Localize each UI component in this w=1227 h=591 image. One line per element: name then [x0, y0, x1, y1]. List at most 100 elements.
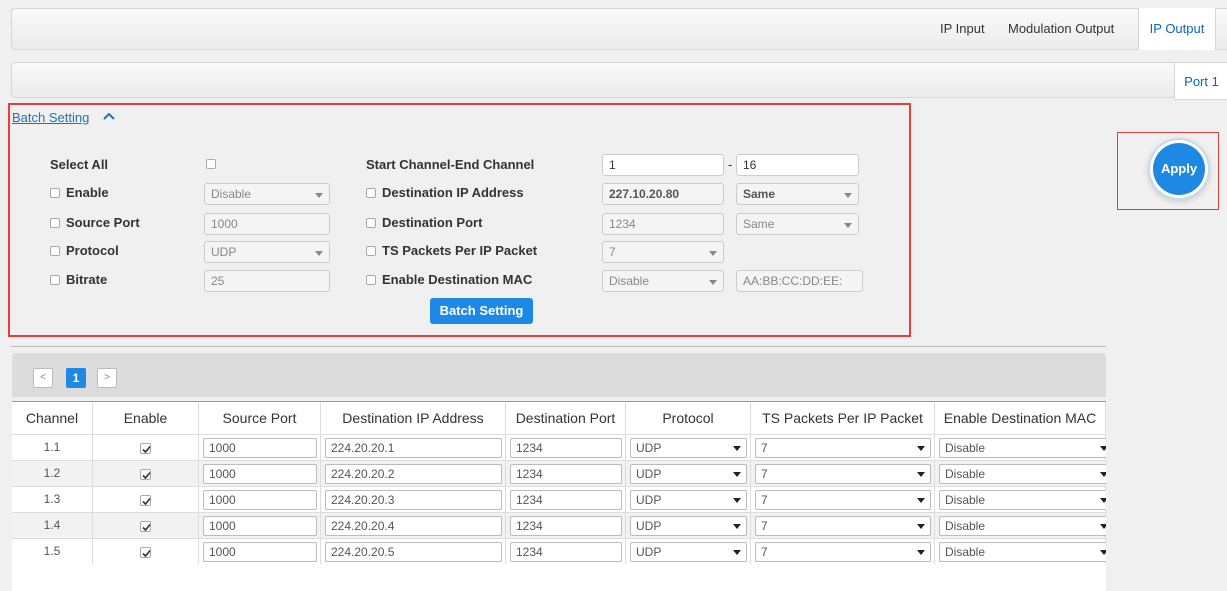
dest-port-input[interactable]: 1234: [510, 438, 622, 458]
enable-checkbox[interactable]: [140, 495, 151, 506]
batch-setting-toggle[interactable]: Batch Setting: [12, 110, 89, 125]
dest-ip-input-value: 224.20.20.3: [331, 493, 395, 507]
protocol-select[interactable]: UDP: [630, 464, 747, 484]
enable-select[interactable]: Disable: [204, 183, 330, 205]
source-port-input[interactable]: 1000: [203, 438, 317, 458]
table-cell: 1234: [506, 513, 626, 538]
dest-ip-mode-select[interactable]: Same: [736, 183, 859, 205]
table-row: 1.2 1000 224.20.20.2 1234 UDP 7 Disable: [12, 460, 1106, 486]
table-row: 1.5 1000 224.20.20.5 1234 UDP 7 Disable: [12, 538, 1106, 564]
ts-packets-checkbox[interactable]: [366, 246, 376, 256]
protocol-select[interactable]: UDP: [630, 490, 747, 510]
dest-port-input[interactable]: 1234: [510, 542, 622, 562]
chevron-down-icon: [733, 498, 741, 503]
chevron-down-icon: [917, 524, 925, 529]
dest-ip-input[interactable]: 224.20.20.1: [325, 438, 502, 458]
dest-port-input-value: 1234: [516, 493, 543, 507]
pager-page-1[interactable]: 1: [66, 368, 86, 388]
tab-ip-input[interactable]: IP Input: [934, 9, 991, 49]
ts-packets-select[interactable]: 7: [602, 241, 724, 263]
check-icon: [142, 523, 151, 532]
tab-ip-output[interactable]: IP Output: [1138, 8, 1216, 50]
table-cell: 7: [751, 461, 935, 486]
check-icon: [142, 471, 151, 480]
dest-port-input[interactable]: 1234: [510, 516, 622, 536]
dest-ip-input[interactable]: 224.20.20.5: [325, 542, 502, 562]
protocol-select[interactable]: UDP: [630, 542, 747, 562]
dest-mac-address-input[interactable]: AA:BB:CC:DD:EE:: [736, 270, 863, 292]
ts-packets-select[interactable]: 7: [755, 490, 931, 510]
select-all-checkbox[interactable]: [206, 159, 216, 169]
ts-packets-select[interactable]: 7: [755, 516, 931, 536]
channel-range-label: Start Channel-End Channel: [366, 157, 535, 172]
dest-mac-select[interactable]: Disable: [939, 516, 1106, 536]
dest-mac-select[interactable]: Disable: [602, 270, 724, 292]
enable-checkbox[interactable]: [140, 469, 151, 480]
batch-setting-button[interactable]: Batch Setting: [430, 298, 533, 324]
source-port-input[interactable]: 1000: [203, 490, 317, 510]
column-header: TS Packets Per IP Packet: [751, 402, 935, 434]
bitrate-checkbox[interactable]: [50, 275, 60, 285]
table-cell: [93, 487, 199, 512]
section-divider: [11, 346, 1106, 347]
end-channel-input[interactable]: 16: [736, 154, 859, 176]
dest-port-input[interactable]: 1234: [602, 213, 724, 235]
enable-checkbox[interactable]: [50, 188, 60, 198]
dest-mac-select[interactable]: Disable: [939, 438, 1106, 458]
table-cell: 224.20.20.5: [321, 539, 506, 564]
dest-mac-select[interactable]: Disable: [939, 464, 1106, 484]
channel-range-separator: -: [728, 157, 733, 172]
protocol-checkbox[interactable]: [50, 246, 60, 256]
table-cell: 1000: [199, 539, 321, 564]
pager-next-button[interactable]: >: [97, 368, 117, 388]
tab-port-1[interactable]: Port 1: [1174, 62, 1227, 100]
source-port-input[interactable]: 1000: [204, 213, 330, 235]
table-cell: 1000: [199, 487, 321, 512]
protocol-select[interactable]: UDP: [204, 241, 330, 263]
tab-modulation-output[interactable]: Modulation Output: [1002, 9, 1120, 49]
source-port-input[interactable]: 1000: [203, 516, 317, 536]
table-row: 1.4 1000 224.20.20.4 1234 UDP 7 Disable: [12, 512, 1106, 538]
dest-ip-input[interactable]: 224.20.20.2: [325, 464, 502, 484]
enable-label: Enable: [66, 185, 109, 200]
apply-button[interactable]: Apply: [1153, 143, 1205, 195]
dest-port-checkbox[interactable]: [366, 218, 376, 228]
dest-ip-input[interactable]: 224.20.20.4: [325, 516, 502, 536]
dest-port-input[interactable]: 1234: [510, 490, 622, 510]
column-header: Protocol: [626, 402, 751, 434]
dest-port-input[interactable]: 1234: [510, 464, 622, 484]
table-cell: 1000: [199, 513, 321, 538]
source-port-input[interactable]: 1000: [203, 464, 317, 484]
dest-mac-checkbox[interactable]: [366, 275, 376, 285]
enable-checkbox[interactable]: [140, 547, 151, 558]
chevron-down-icon: [917, 472, 925, 477]
source-port-input[interactable]: 1000: [203, 542, 317, 562]
enable-checkbox[interactable]: [140, 521, 151, 532]
chevron-up-icon[interactable]: [102, 111, 116, 121]
channel-cell: 1.3: [12, 487, 93, 512]
bitrate-input[interactable]: 25: [204, 270, 330, 292]
dest-ip-input[interactable]: 227.10.20.80: [602, 183, 724, 205]
ts-packets-select[interactable]: 7: [755, 542, 931, 562]
chevron-down-icon: [1100, 472, 1106, 477]
table-row: 1.3 1000 224.20.20.3 1234 UDP 7 Disable: [12, 486, 1106, 512]
dest-ip-checkbox[interactable]: [366, 188, 376, 198]
enable-row-label: Enable: [50, 185, 109, 200]
table-cell: UDP: [626, 513, 751, 538]
pager-prev-button[interactable]: <: [33, 368, 53, 388]
dest-port-mode-value: Same: [743, 217, 775, 231]
start-channel-input[interactable]: 1: [602, 154, 724, 176]
table-cell: 1234: [506, 487, 626, 512]
dest-port-mode-select[interactable]: Same: [736, 213, 859, 235]
enable-checkbox[interactable]: [140, 443, 151, 454]
ts-packets-select[interactable]: 7: [755, 438, 931, 458]
protocol-select[interactable]: UDP: [630, 438, 747, 458]
dest-mac-select[interactable]: Disable: [939, 490, 1106, 510]
dest-mac-select[interactable]: Disable: [939, 542, 1106, 562]
ts-packets-select[interactable]: 7: [755, 464, 931, 484]
protocol-select[interactable]: UDP: [630, 516, 747, 536]
source-port-checkbox[interactable]: [50, 218, 60, 228]
dest-ip-input[interactable]: 224.20.20.3: [325, 490, 502, 510]
table-cell: Disable: [935, 435, 1106, 460]
table-cell: 1234: [506, 461, 626, 486]
